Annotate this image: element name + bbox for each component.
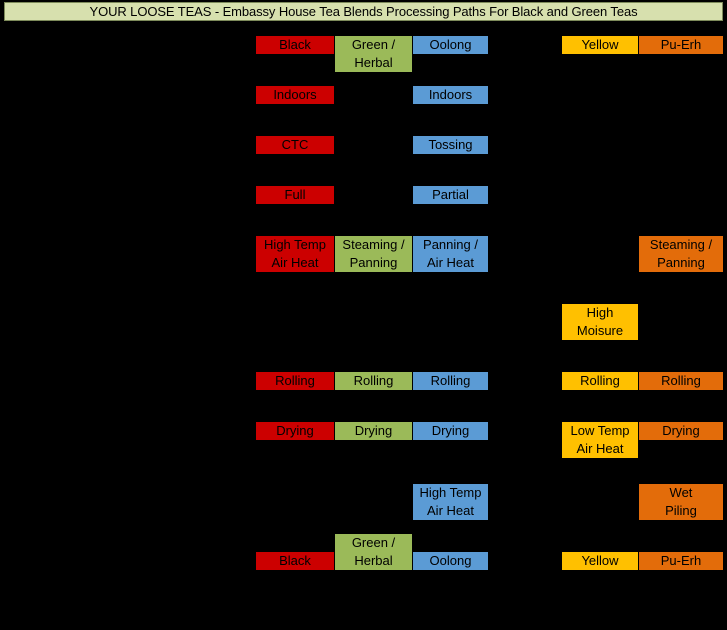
diagram-row-fixation-heat: High Temp Air Heat Steaming / Panning Pannin… [0,236,727,272]
step-tea-types-top-green[interactable]: Green / Herbal [335,36,412,72]
step-rolling-black[interactable]: Rolling [256,372,334,390]
page-title-bar: YOUR LOOSE TEAS - Embassy House Tea Blen… [4,2,723,21]
step-label: Oolong [429,553,472,568]
step-label: Pu-Erh [660,553,702,568]
step-label: Panning [657,255,705,270]
step-fixation-heat-oolong[interactable]: Panning / Air Heat [413,236,488,272]
step-label: High [586,305,614,320]
step-label: Wet [669,485,693,500]
diagram-row-yellowing: High Moisure [0,304,727,340]
step-label: Black [279,37,311,52]
step-oxidation-black[interactable]: Full [256,186,334,204]
step-label: Drying [662,423,700,438]
diagram-row-oxidation: Full Partial [0,186,727,222]
step-label: Rolling [275,373,315,388]
step-rolling-oolong[interactable]: Rolling [413,372,488,390]
step-label: Herbal [354,553,393,568]
step-rolling-yellow[interactable]: Rolling [562,372,638,390]
step-label: Steaming / [342,237,405,252]
step-label: Rolling [353,373,394,388]
page-title: YOUR LOOSE TEAS - Embassy House Tea Blen… [89,4,638,19]
step-drying-green[interactable]: Drying [335,422,412,440]
step-bruising-oolong[interactable]: Tossing [413,136,488,154]
step-tea-types-top-black[interactable]: Black [256,36,334,54]
step-tea-types-bottom-yellow[interactable]: Yellow [562,552,638,570]
step-label: Panning / [423,237,478,252]
diagram-row-bruising: CTC Tossing [0,136,727,172]
step-label: Panning [349,255,398,270]
step-oxidation-oolong[interactable]: Partial [413,186,488,204]
step-label: Herbal [354,55,393,70]
step-tea-types-top-oolong[interactable]: Oolong [413,36,488,54]
step-withering-black[interactable]: Indoors [256,86,334,104]
step-label: Tossing [428,137,473,152]
step-fixation-heat-green[interactable]: Steaming / Panning [335,236,412,272]
step-label: High Temp [419,485,482,500]
step-tea-types-bottom-green[interactable]: Green / Herbal [335,534,412,570]
step-label: Moisure [576,323,624,338]
step-fixation-heat-black[interactable]: High Temp Air Heat [256,236,334,272]
step-tea-types-bottom-black[interactable]: Black [256,552,334,570]
diagram-row-tea-types-top: Black Green / Herbal Oolong Yellow Pu-Erh [0,36,727,72]
step-label: Black [279,553,311,568]
step-tea-types-bottom-oolong[interactable]: Oolong [413,552,488,570]
step-label: Indoors [428,87,473,102]
step-label: Air Heat [427,503,474,518]
step-label: Rolling [580,373,620,388]
diagram-row-rolling: Rolling Rolling Rolling Rolling Rolling [0,372,727,408]
step-rolling-green[interactable]: Rolling [335,372,412,390]
step-label: Green / [351,37,396,52]
step-label: Indoors [273,87,317,102]
step-fixation-heat-puerh[interactable]: Steaming / Panning [639,236,723,272]
step-firing-piling-oolong[interactable]: High Temp Air Heat [413,484,488,520]
step-label: Drying [276,423,314,438]
step-label: Full [284,187,306,202]
step-label: Steaming / [649,237,713,252]
step-drying-oolong[interactable]: Drying [413,422,488,440]
processing-paths-diagram: Black Green / Herbal Oolong Yellow Pu-Erh Indo… [0,24,727,630]
step-tea-types-top-yellow[interactable]: Yellow [562,36,638,54]
step-label: Yellow [581,553,619,568]
step-tea-types-top-puerh[interactable]: Pu-Erh [639,36,723,54]
step-label: Air Heat [427,255,474,270]
step-firing-piling-puerh[interactable]: Wet Piling [639,484,723,520]
step-yellowing-yellow[interactable]: High Moisure [562,304,638,340]
step-withering-oolong[interactable]: Indoors [413,86,488,104]
step-label: Rolling [430,373,471,388]
step-label: Pu-Erh [660,37,702,52]
step-drying-black[interactable]: Drying [256,422,334,440]
step-label: Green / [351,535,396,550]
step-drying-yellow[interactable]: Low Temp Air Heat [562,422,638,458]
diagram-row-firing-piling: High Temp Air Heat Wet Piling [0,484,727,520]
step-label: Air Heat [271,255,319,270]
step-label: Low Temp [570,423,630,438]
step-label: Partial [432,187,469,202]
step-label: High Temp [264,237,326,252]
step-label: Drying [354,423,393,438]
step-rolling-puerh[interactable]: Rolling [639,372,723,390]
diagram-row-withering: Indoors Indoors [0,86,727,122]
step-drying-puerh[interactable]: Drying [639,422,723,440]
step-label: Drying [431,423,470,438]
step-label: Piling [665,503,697,518]
diagram-row-tea-types-bottom: Black Green / Herbal Oolong Yellow Pu-Erh [0,534,727,588]
step-label: Rolling [661,373,701,388]
step-tea-types-bottom-puerh[interactable]: Pu-Erh [639,552,723,570]
diagram-page: YOUR LOOSE TEAS - Embassy House Tea Blen… [0,0,727,630]
step-label: Oolong [429,37,472,52]
step-bruising-black[interactable]: CTC [256,136,334,154]
step-label: Air Heat [576,441,624,456]
diagram-row-drying: Drying Drying Drying Low Temp Air Heat Drying [0,422,727,458]
step-label: CTC [281,137,309,152]
step-label: Yellow [581,37,619,52]
